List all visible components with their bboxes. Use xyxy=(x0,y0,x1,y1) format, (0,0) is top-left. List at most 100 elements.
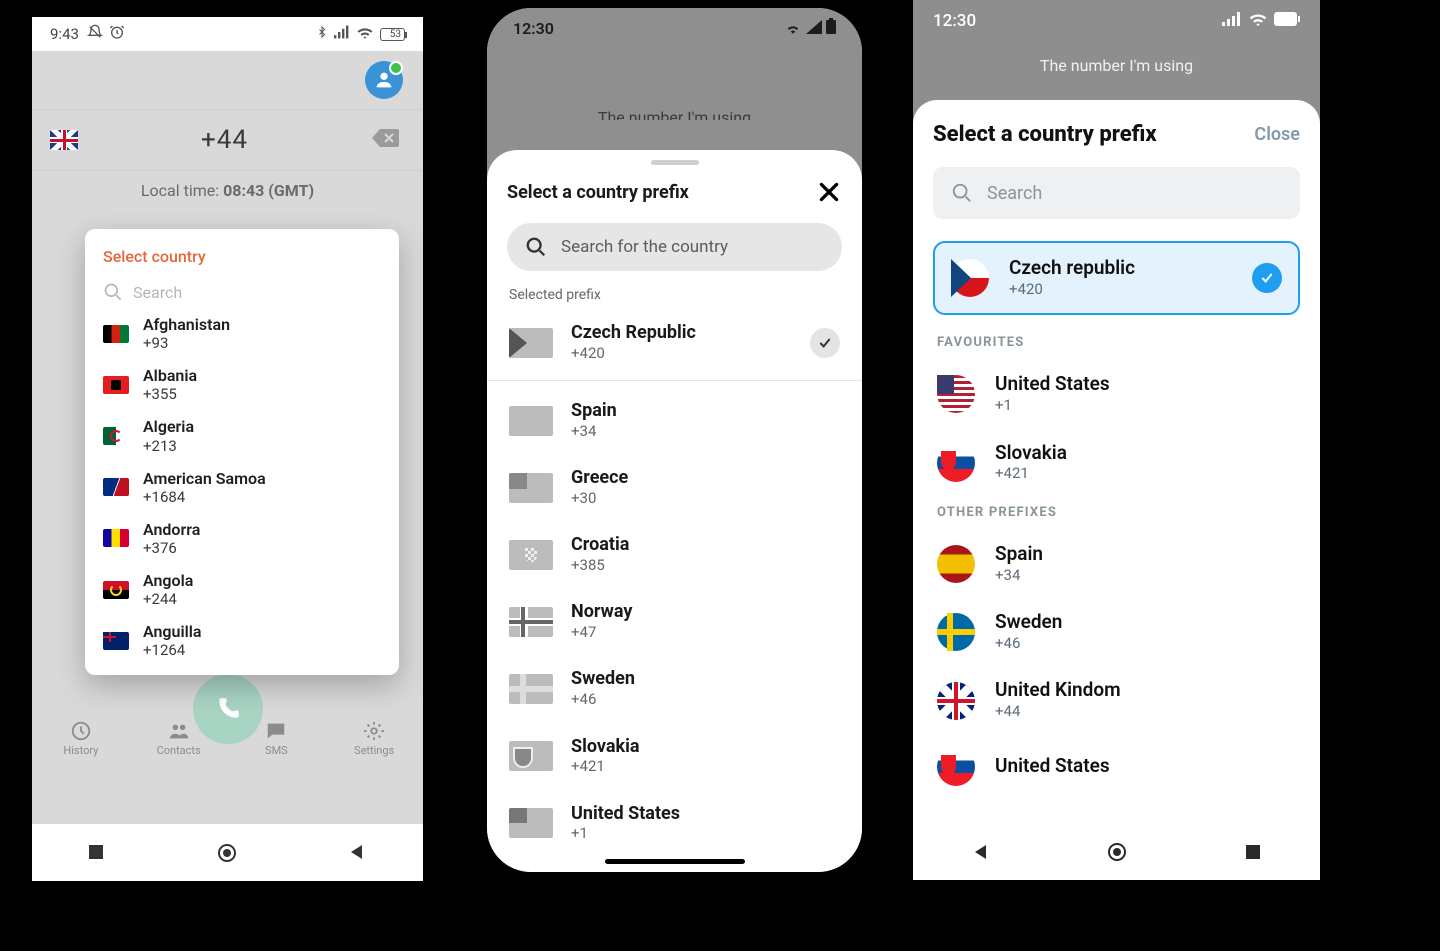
selected-country-row[interactable]: Czech Republic +420 xyxy=(507,309,842,376)
country-name: Sweden xyxy=(571,668,635,690)
country-name: United States xyxy=(995,755,1110,778)
alarm-icon xyxy=(109,24,125,44)
background-header: The number I'm using xyxy=(487,48,862,120)
country-code: +244 xyxy=(143,590,193,608)
home-indicator[interactable] xyxy=(605,859,745,864)
country-row[interactable]: Spain +34 xyxy=(507,387,842,454)
country-code: +421 xyxy=(995,464,1067,484)
country-name: Spain xyxy=(995,543,1043,566)
battery-icon: 53 xyxy=(380,28,405,41)
profile-avatar[interactable] xyxy=(365,61,403,99)
search-input[interactable]: Search for the country xyxy=(507,223,842,271)
flag-icon xyxy=(103,427,129,445)
country-name: American Samoa xyxy=(143,469,266,488)
close-button[interactable] xyxy=(816,179,842,205)
battery-icon xyxy=(1274,11,1300,31)
country-row[interactable]: Angola +244 xyxy=(85,564,399,615)
flag-icon xyxy=(103,529,129,547)
phone-design-3: 12:30 The number I'm using Select a coun… xyxy=(913,0,1320,880)
country-list[interactable]: Spain +34 Greece +30 Croatia +385 Norway… xyxy=(507,387,842,857)
select-country-popup: Select country Search Afghanistan +93 Al… xyxy=(85,229,399,675)
favourites-list: United States +1 Slovakia +421 xyxy=(933,360,1300,497)
flag-icon xyxy=(509,607,553,637)
country-row[interactable]: Albania +355 xyxy=(85,359,399,410)
bluetooth-icon xyxy=(316,24,328,44)
nav-sms[interactable]: SMS xyxy=(228,720,326,757)
country-row[interactable]: Spain +34 xyxy=(933,530,1300,598)
close-button[interactable]: Close xyxy=(1254,124,1300,145)
bottom-sheet: Select a country prefix Close Search Cze… xyxy=(913,100,1320,828)
background-header: The number I'm using xyxy=(913,42,1320,91)
country-row[interactable]: American Samoa +1684 xyxy=(85,462,399,513)
country-code: +420 xyxy=(571,344,696,364)
country-row[interactable]: Sweden +46 xyxy=(507,655,842,722)
status-time: 12:30 xyxy=(933,11,976,31)
country-name: Spain xyxy=(571,400,617,422)
country-name: United States xyxy=(995,373,1110,396)
local-time-label: Local time: 08:43 (GMT) xyxy=(32,171,423,210)
country-row[interactable]: Afghanistan +93 xyxy=(85,308,399,359)
flag-icon xyxy=(951,259,989,297)
country-row[interactable]: United Kindom +44 xyxy=(933,666,1300,734)
country-row[interactable]: Croatia +385 xyxy=(507,521,842,588)
popup-title: Select country xyxy=(103,247,399,266)
divider xyxy=(487,380,862,381)
country-code: +213 xyxy=(143,437,194,455)
country-name: Greece xyxy=(571,467,628,489)
country-row[interactable]: Sweden +46 xyxy=(933,598,1300,666)
signal-icon xyxy=(1222,11,1242,31)
country-code: +421 xyxy=(571,757,640,777)
flag-icon xyxy=(509,808,553,838)
country-row[interactable]: Slovakia +421 xyxy=(507,723,842,790)
bottom-nav: History Contacts SMS Settings xyxy=(32,709,423,767)
flag-icon xyxy=(937,613,975,651)
nav-settings[interactable]: Settings xyxy=(325,720,423,757)
country-list[interactable]: Afghanistan +93 Albania +355 Algeria +21… xyxy=(85,308,399,669)
uk-flag-icon[interactable] xyxy=(50,130,78,150)
selected-country-row[interactable]: Czech republic +420 xyxy=(933,241,1300,315)
dial-prefix: +44 xyxy=(78,125,371,155)
nav-home-icon[interactable] xyxy=(217,843,237,863)
country-row[interactable]: Norway +47 xyxy=(507,588,842,655)
nav-recent-icon[interactable] xyxy=(87,843,107,863)
country-row[interactable]: United States +1 xyxy=(507,790,842,857)
country-name: Slovakia xyxy=(995,442,1067,465)
nav-contacts[interactable]: Contacts xyxy=(130,720,228,757)
search-input[interactable]: Search xyxy=(933,167,1300,219)
bottom-sheet: Select a country prefix Search for the c… xyxy=(487,150,862,872)
backspace-button[interactable] xyxy=(371,127,401,153)
country-row[interactable]: United States xyxy=(933,735,1300,799)
nav-back-icon[interactable] xyxy=(972,843,990,865)
status-bar: 9:43 53 xyxy=(32,17,423,51)
flag-icon xyxy=(103,632,129,650)
battery-icon xyxy=(826,18,836,38)
sheet-handle[interactable] xyxy=(651,160,699,165)
country-row[interactable]: Anguilla +1264 xyxy=(85,615,399,666)
signal-icon xyxy=(806,19,822,38)
country-row[interactable]: United States +1 xyxy=(933,360,1300,428)
country-name: Albania xyxy=(143,366,197,385)
country-code: +1684 xyxy=(143,488,266,506)
country-row[interactable]: Greece +30 xyxy=(507,454,842,521)
flag-icon xyxy=(937,545,975,583)
nav-history[interactable]: History xyxy=(32,720,130,757)
country-name: Czech republic xyxy=(1009,257,1135,280)
flag-icon xyxy=(509,328,553,358)
country-code: +376 xyxy=(143,539,200,557)
country-name: Anguilla xyxy=(143,622,202,641)
nav-recent-icon[interactable] xyxy=(1245,844,1261,864)
country-name: Sweden xyxy=(995,611,1062,634)
country-row[interactable]: Algeria +213 xyxy=(85,410,399,461)
selected-prefix-label: Selected prefix xyxy=(509,287,842,303)
status-bar: 12:30 xyxy=(913,0,1320,42)
search-placeholder: Search xyxy=(133,283,182,302)
country-row[interactable]: Andorra +376 xyxy=(85,513,399,564)
signal-icon xyxy=(334,25,350,43)
country-row[interactable]: Slovakia +421 xyxy=(933,429,1300,497)
country-code: +420 xyxy=(1009,280,1135,300)
nav-back-icon[interactable] xyxy=(348,843,368,863)
country-code: +385 xyxy=(571,556,629,576)
search-input[interactable]: Search xyxy=(103,282,381,302)
nav-home-icon[interactable] xyxy=(1107,842,1127,866)
status-time: 9:43 xyxy=(50,25,79,43)
